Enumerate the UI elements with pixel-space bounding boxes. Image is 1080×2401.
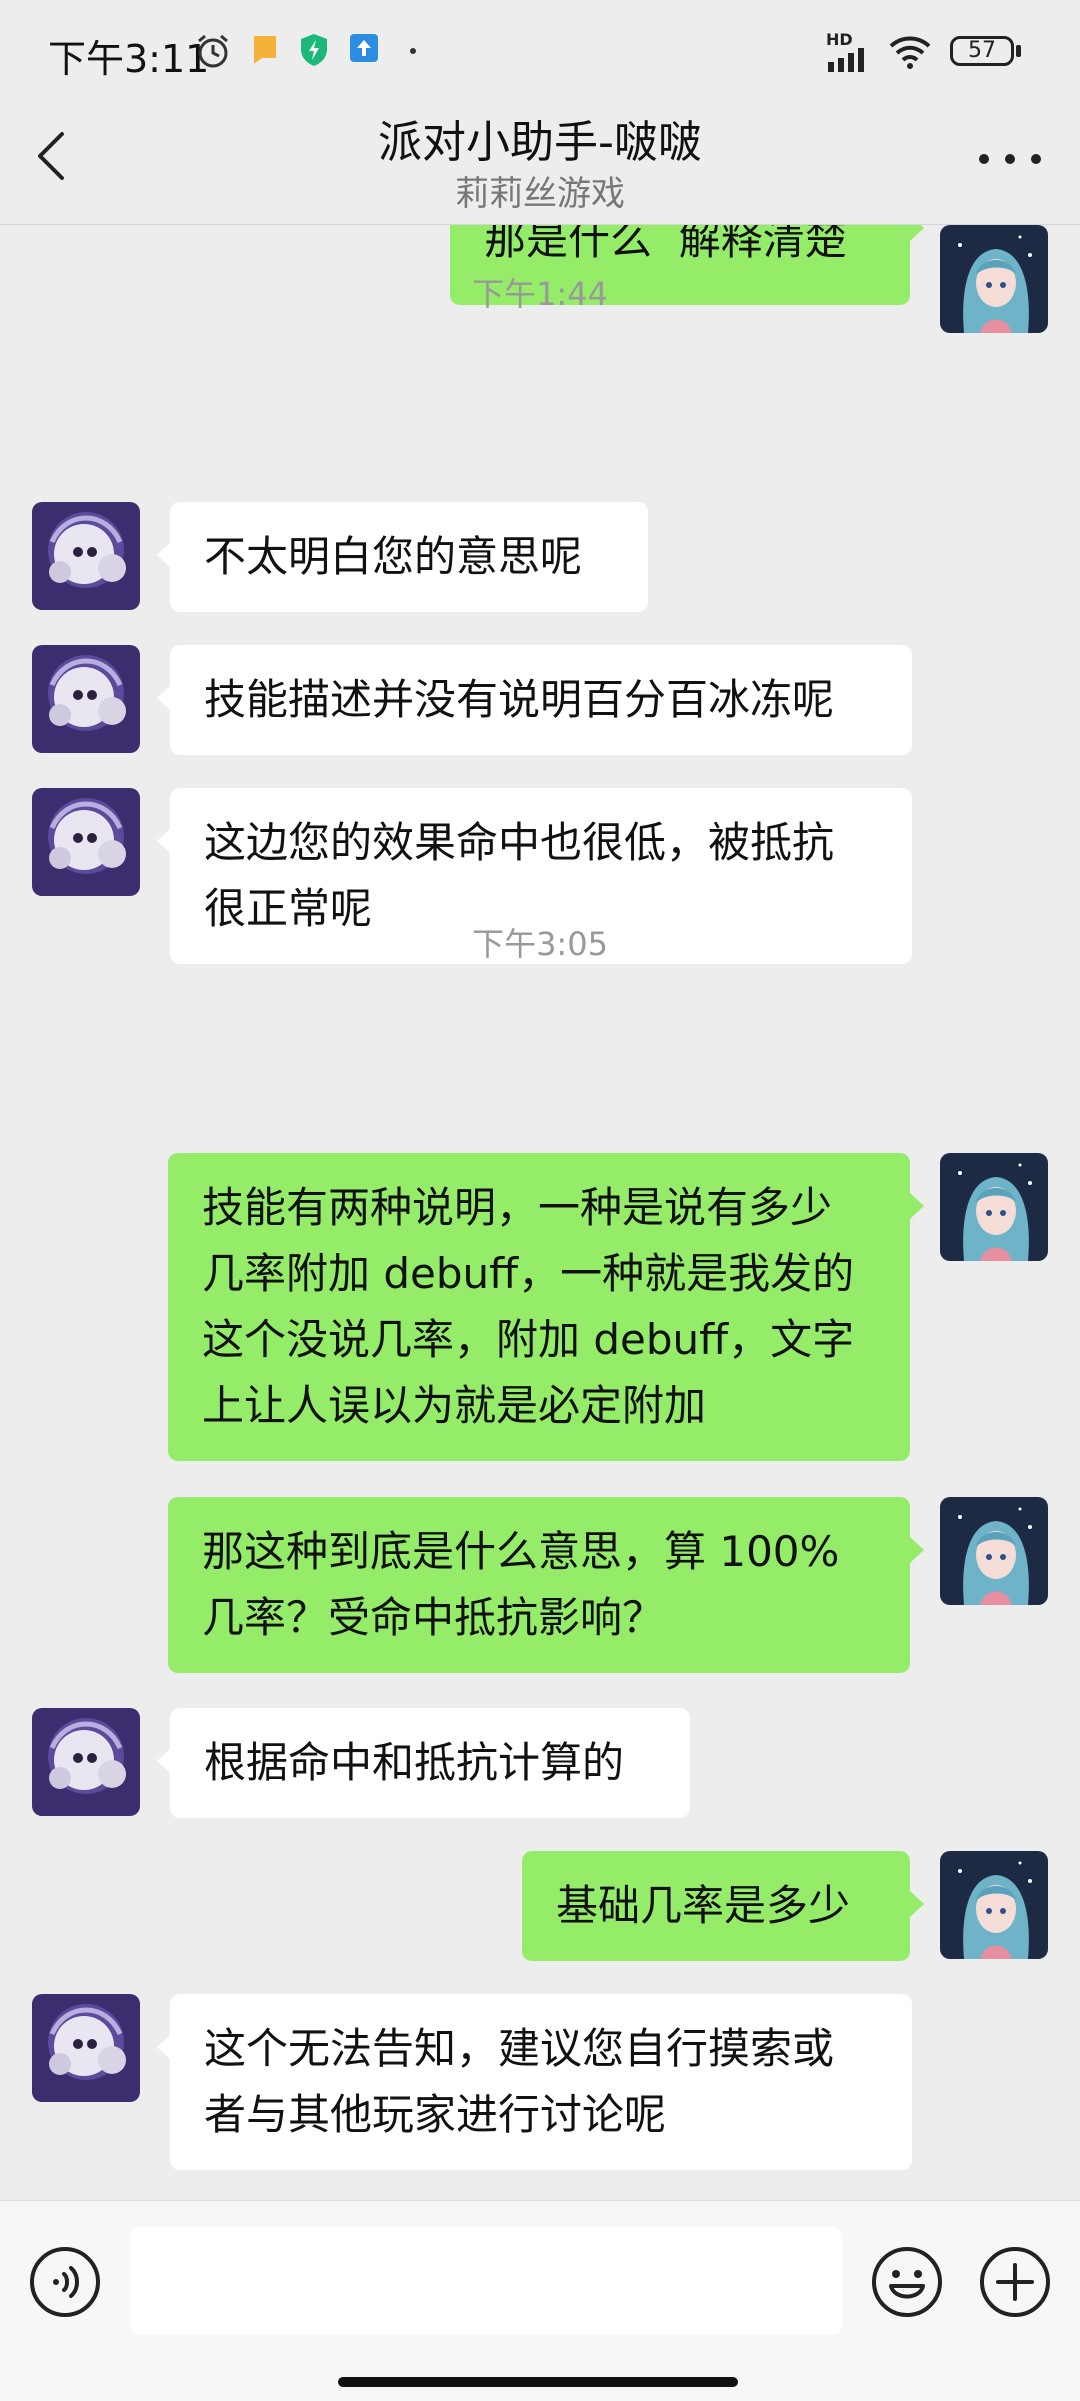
- more-icon[interactable]: [970, 134, 1050, 184]
- message-timestamp: 下午3:05: [472, 925, 608, 963]
- message-text-line: 这边您的效果命中也很低，被抵抗: [204, 818, 835, 867]
- message-text-line: 基础几率是多少: [556, 1881, 851, 1930]
- user-avatar[interactable]: [940, 1851, 1048, 1959]
- assistant-avatar[interactable]: [32, 1708, 140, 1816]
- message-text-line: 不太明白您的意思呢: [204, 532, 583, 581]
- upload-icon: [350, 34, 378, 62]
- alarm-icon: [198, 34, 228, 68]
- bubble-tail: [157, 2034, 171, 2060]
- assistant-message-bubble[interactable]: 这个无法告知，建议您自行摸索或 者与其他玩家进行讨论呢: [170, 1994, 912, 2170]
- assistant-message-bubble[interactable]: 技能描述并没有说明百分百冰冻呢: [170, 645, 912, 755]
- bubble-tail: [157, 828, 171, 854]
- message-text-line: 这个没说几率，附加 debuff，文字: [202, 1315, 855, 1364]
- message-text-line: 根据命中和抵抗计算的: [204, 1738, 625, 1787]
- chat-header: 派对小助手-啵啵 莉莉丝游戏: [0, 100, 1080, 225]
- bubble-tail: [157, 542, 171, 568]
- user-message-bubble[interactable]: 基础几率是多少: [522, 1851, 910, 1961]
- message-text-line: 者与其他玩家进行讨论呢: [204, 2090, 667, 2139]
- message-text-line: 几率附加 debuff，一种就是我发的: [202, 1249, 855, 1298]
- user-message-bubble[interactable]: 那这种到底是什么意思，算 100% 几率？受命中抵抗影响？: [168, 1497, 910, 1673]
- chat-title: 派对小助手-啵啵: [378, 117, 702, 168]
- assistant-message-bubble[interactable]: 根据命中和抵抗计算的: [170, 1708, 690, 1818]
- status-bar: 下午3:11 HD 57: [0, 0, 1080, 100]
- user-avatar[interactable]: [940, 1497, 1048, 1605]
- message-text-line: 那是什么 解释清楚: [484, 225, 847, 264]
- status-time: 下午3:11: [48, 37, 210, 81]
- message-text-line: 技能有两种说明，一种是说有多少: [202, 1183, 833, 1232]
- battery-tip: [1016, 45, 1021, 57]
- battery-icon: 57: [950, 36, 1014, 66]
- bubble-tail: [157, 1748, 171, 1774]
- input-bar: [0, 2200, 1080, 2401]
- bubble-tail: [910, 1193, 924, 1219]
- bubble-tail: [910, 1891, 924, 1917]
- signal-icon: [828, 48, 864, 72]
- message-timestamp: 下午1:44: [472, 275, 608, 313]
- voice-icon[interactable]: [28, 2245, 102, 2319]
- message-text-line: 这个无法告知，建议您自行摸索或: [204, 2024, 835, 2073]
- assistant-avatar[interactable]: [32, 645, 140, 753]
- message-text-line: 那这种到底是什么意思，算 100%: [202, 1527, 840, 1576]
- emoji-icon[interactable]: [870, 2245, 944, 2319]
- message-text-line: 几率？受命中抵抗影响？: [202, 1593, 665, 1642]
- bubble-tail: [910, 1537, 924, 1563]
- home-indicator[interactable]: [338, 2377, 738, 2387]
- assistant-avatar[interactable]: [32, 1994, 140, 2102]
- plus-icon[interactable]: [978, 2245, 1052, 2319]
- bubble-tail: [910, 225, 924, 241]
- user-message-bubble[interactable]: 技能有两种说明，一种是说有多少 几率附加 debuff，一种就是我发的 这个没说几率…: [168, 1153, 910, 1461]
- status-dot: [410, 48, 416, 54]
- assistant-message-bubble[interactable]: 不太明白您的意思呢: [170, 502, 648, 612]
- chat-area[interactable]: 那是什么 解释清楚 下午1:44 不太明白您的意思呢 技能描述并没有说明百分百冰冻呢这…: [0, 225, 1080, 2200]
- wifi-icon: [889, 36, 931, 69]
- network-label: HD: [826, 30, 853, 49]
- message-text-line: 技能描述并没有说明百分百冰冻呢: [204, 675, 835, 724]
- shield-icon: [301, 34, 327, 66]
- message-input[interactable]: [130, 2227, 842, 2335]
- bubble-tail: [157, 685, 171, 711]
- assistant-avatar[interactable]: [32, 788, 140, 896]
- message-text-line: 上让人误以为就是必定附加: [202, 1381, 707, 1430]
- assistant-avatar[interactable]: [32, 502, 140, 610]
- notification-icon: [254, 36, 276, 64]
- user-avatar[interactable]: [940, 1153, 1048, 1261]
- chat-subtitle: 莉莉丝游戏: [455, 174, 625, 214]
